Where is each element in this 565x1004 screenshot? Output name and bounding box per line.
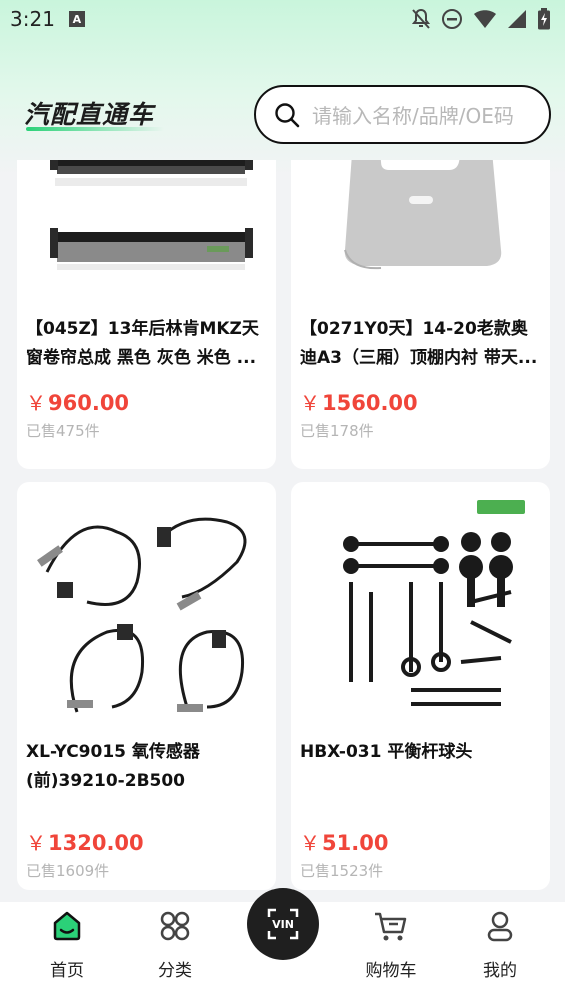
tab-home[interactable]: 首页 [17,902,117,1004]
product-grid: 【045Z】13年后林肯MKZ天窗卷帘总成 黑色 灰色 米色 ... ￥960.… [0,160,565,902]
product-image-stabilizer-links [343,500,525,706]
product-title: HBX-031 平衡杆球头 [300,742,473,762]
price-value: 1320.00 [48,831,144,855]
sold-count: 已售1609件 [26,862,110,880]
status-icons [411,8,551,30]
product-price: ￥1320.00 [26,827,144,856]
price-value: 1560.00 [322,391,418,415]
tab-mine[interactable]: 我的 [450,902,550,1004]
status-bar: 3:21 A [0,0,565,38]
price-currency-symbol: ￥ [26,391,46,415]
price-value: 960.00 [48,391,130,415]
battery-icon [538,8,550,30]
product-price: ￥51.00 [300,827,388,856]
product-price: ￥1560.00 [300,387,418,416]
do-not-disturb-icon [442,9,462,29]
search-bar[interactable]: 请输入名称/品牌/OE码 [254,85,551,144]
wifi-icon [474,10,496,28]
home-icon [53,911,81,941]
tab-mine-label: 我的 [483,961,517,981]
sold-count: 已售178件 [300,422,374,440]
product-card[interactable]: 【045Z】13年后林肯MKZ天窗卷帘总成 黑色 灰色 米色 ... ￥960.… [17,160,276,469]
search-icon [275,102,300,127]
product-image-headliner [344,160,502,270]
sold-count: 已售1523件 [300,862,384,880]
product-image-sunroof-shade [50,160,253,270]
price-currency-symbol: ￥ [300,831,320,855]
product-image-oxygen-sensors [37,517,247,713]
app-notification-icon: A [68,11,85,27]
cellular-signal-icon [508,10,526,28]
tab-cart-label: 购物车 [365,961,417,981]
product-price: ￥960.00 [26,387,129,416]
app-logo: 汽配直通车 [24,100,155,129]
product-title: 【0271Y0天】14-20老款奥迪A3（三厢）顶棚内衬 带天... [300,319,538,368]
user-profile-icon [487,911,513,942]
product-card[interactable]: 【0271Y0天】14-20老款奥迪A3（三厢）顶棚内衬 带天... ￥1560… [291,160,550,469]
vin-label: VIN [272,917,294,931]
product-card[interactable]: HBX-031 平衡杆球头 ￥51.00 已售1523件 [291,482,550,890]
product-title: XL-YC9015 氧传感器(前)39210-2B500 [26,742,200,791]
tab-category[interactable]: 分类 [125,902,225,1004]
search-placeholder[interactable]: 请输入名称/品牌/OE码 [312,100,514,129]
tab-category-label: 分类 [158,961,192,981]
price-currency-symbol: ￥ [300,391,320,415]
category-grid-icon [160,911,190,941]
price-value: 51.00 [322,831,389,855]
vin-scan-button[interactable]: VIN [247,888,319,960]
tab-cart[interactable]: 购物车 [341,902,441,1004]
product-title: 【045Z】13年后林肯MKZ天窗卷帘总成 黑色 灰色 米色 ... [26,319,259,368]
product-card[interactable]: XL-YC9015 氧传感器(前)39210-2B500 ￥1320.00 已售… [17,482,276,890]
notifications-off-icon [411,8,431,29]
shopping-cart-icon [375,912,407,941]
app-header: 汽配直通车 请输入名称/品牌/OE码 [0,85,565,145]
price-currency-symbol: ￥ [26,831,46,855]
sold-count: 已售475件 [26,422,100,440]
tab-home-label: 首页 [50,961,84,981]
status-time: 3:21 [10,7,55,31]
